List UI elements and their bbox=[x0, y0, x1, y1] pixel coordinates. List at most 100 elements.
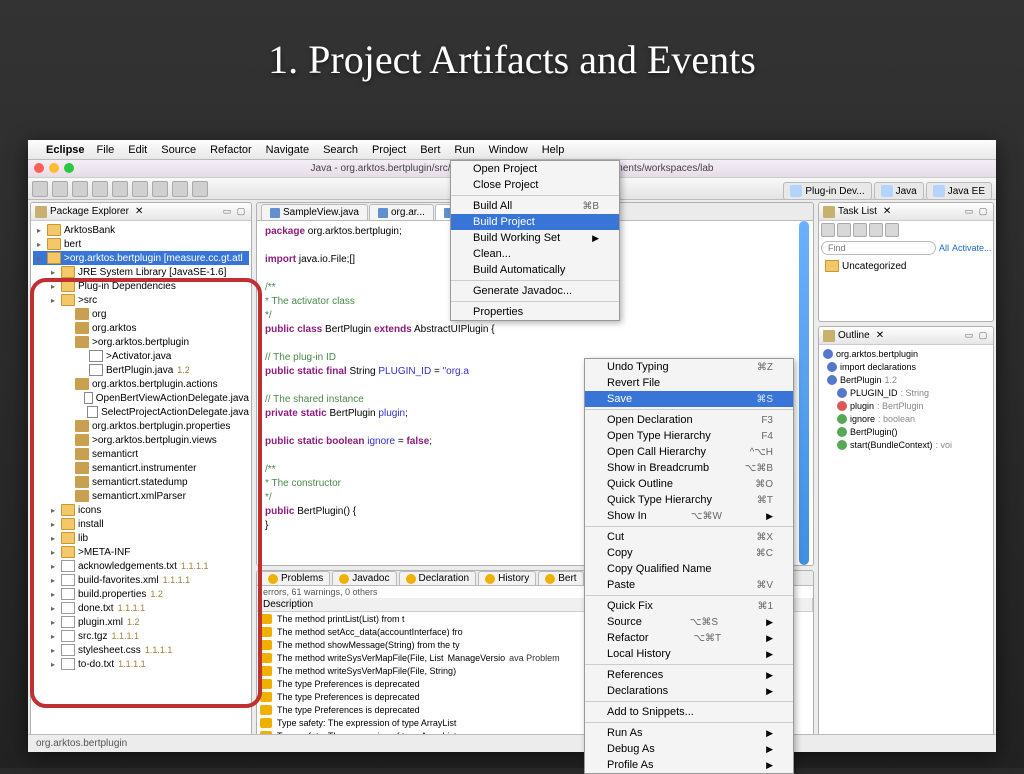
outline-item[interactable]: BertPlugin1.2 bbox=[821, 373, 991, 386]
menu-item[interactable]: Close Project bbox=[451, 177, 619, 193]
menu-item[interactable]: Open Call Hierarchy^⌥H bbox=[585, 444, 793, 460]
menu-item[interactable]: Save⌘S bbox=[585, 391, 793, 407]
package-tree[interactable]: ▸ArktosBank▸bert▸>org.arktos.bertplugin … bbox=[31, 221, 251, 749]
task-list-tab[interactable]: Task List ✕ ▭▢ bbox=[819, 203, 993, 221]
close-icon[interactable] bbox=[34, 163, 44, 173]
tree-item[interactable]: org.arktos.bertplugin.actions bbox=[33, 377, 249, 391]
tree-item[interactable]: ▸Plug-in Dependencies bbox=[33, 279, 249, 293]
problems-tab[interactable]: Problems bbox=[261, 571, 330, 585]
tree-item[interactable]: ▸to-do.txt1.1.1.1 bbox=[33, 657, 249, 671]
tree-item[interactable]: ▸lib bbox=[33, 531, 249, 545]
save-icon[interactable] bbox=[52, 181, 68, 197]
menu-item[interactable]: Undo Typing⌘Z bbox=[585, 359, 793, 375]
new-icon[interactable] bbox=[32, 181, 48, 197]
task-activate-link[interactable]: Activate... bbox=[952, 243, 992, 253]
menu-refactor[interactable]: Refactor bbox=[210, 144, 252, 156]
tree-item[interactable]: ▸build-favorites.xml1.1.1.1 bbox=[33, 573, 249, 587]
tree-item[interactable]: ▸src.tgz1.1.1.1 bbox=[33, 629, 249, 643]
tree-item[interactable]: semanticrt.instrumenter bbox=[33, 461, 249, 475]
tree-item[interactable]: ▸bert bbox=[33, 237, 249, 251]
menu-edit[interactable]: Edit bbox=[128, 144, 147, 156]
tree-item[interactable]: semanticrt bbox=[33, 447, 249, 461]
tree-item[interactable]: ▸JRE System Library [JavaSE-1.6] bbox=[33, 265, 249, 279]
menu-item[interactable]: Build Project bbox=[451, 214, 619, 230]
menu-project[interactable]: Project bbox=[372, 144, 406, 156]
tree-item[interactable]: semanticrt.xmlParser bbox=[33, 489, 249, 503]
menu-item[interactable]: Properties bbox=[451, 304, 619, 320]
zoom-icon[interactable] bbox=[64, 163, 74, 173]
tree-item[interactable]: SelectProjectActionDelegate.java bbox=[33, 405, 249, 419]
menu-item[interactable]: Copy⌘C bbox=[585, 545, 793, 561]
menu-item[interactable]: Build Automatically bbox=[451, 262, 619, 278]
new-task-icon[interactable] bbox=[821, 223, 835, 237]
menu-item[interactable]: Cut⌘X bbox=[585, 529, 793, 545]
tree-item[interactable]: ▸stylesheet.css1.1.1.1 bbox=[33, 643, 249, 657]
menu-item[interactable]: Run As▶ bbox=[585, 725, 793, 741]
tree-item[interactable]: ▸install bbox=[33, 517, 249, 531]
outline-item[interactable]: org.arktos.bertplugin bbox=[821, 347, 991, 360]
tree-item[interactable]: ▸>org.arktos.bertplugin [measure.cc.gt.a… bbox=[33, 251, 249, 265]
debug-icon[interactable] bbox=[112, 181, 128, 197]
tree-item[interactable]: ▸>META-INF bbox=[33, 545, 249, 559]
outline-item[interactable]: start(BundleContext): voi bbox=[821, 438, 991, 451]
outline-tab[interactable]: Outline ✕ ▭▢ bbox=[819, 327, 993, 345]
menu-item[interactable]: Local History▶ bbox=[585, 646, 793, 662]
menu-item[interactable]: Refactor⌥⌘T▶ bbox=[585, 630, 793, 646]
menu-source[interactable]: Source bbox=[161, 144, 196, 156]
package-explorer-tab[interactable]: Package Explorer ✕ ▭ ▢ bbox=[31, 203, 251, 221]
print-icon[interactable] bbox=[72, 181, 88, 197]
menu-search[interactable]: Search bbox=[323, 144, 358, 156]
task-all-link[interactable]: All bbox=[939, 243, 949, 253]
collapse-icon[interactable] bbox=[869, 223, 883, 237]
problems-tab[interactable]: Javadoc bbox=[332, 571, 396, 585]
outline-tree[interactable]: org.arktos.bertpluginimport declarations… bbox=[819, 345, 993, 749]
menu-item[interactable]: Quick Type Hierarchy⌘T bbox=[585, 492, 793, 508]
menu-file[interactable]: File bbox=[97, 144, 115, 156]
tree-item[interactable]: semanticrt.statedump bbox=[33, 475, 249, 489]
minimize-icon[interactable] bbox=[49, 163, 59, 173]
outline-item[interactable]: plugin: BertPlugin bbox=[821, 399, 991, 412]
problems-tab[interactable]: Bert bbox=[538, 571, 583, 585]
tree-item[interactable]: ▸acknowledgements.txt1.1.1.1 bbox=[33, 559, 249, 573]
app-name[interactable]: Eclipse bbox=[46, 144, 85, 156]
perspective-button[interactable]: Java EE bbox=[926, 182, 992, 200]
outline-item[interactable]: import declarations bbox=[821, 360, 991, 373]
menu-item[interactable]: Open DeclarationF3 bbox=[585, 412, 793, 428]
menu-item[interactable]: Build Working Set▶ bbox=[451, 230, 619, 246]
editor-tab[interactable]: SampleView.java bbox=[261, 204, 368, 220]
problems-tab[interactable]: Declaration bbox=[399, 571, 477, 585]
menu-navigate[interactable]: Navigate bbox=[266, 144, 309, 156]
menu-item[interactable]: Declarations▶ bbox=[585, 683, 793, 699]
menu-item[interactable]: References▶ bbox=[585, 667, 793, 683]
tree-item[interactable]: org.arktos bbox=[33, 321, 249, 335]
menu-item[interactable]: Paste⌘V bbox=[585, 577, 793, 593]
tree-item[interactable]: ▸ArktosBank bbox=[33, 223, 249, 237]
menu-window[interactable]: Window bbox=[489, 144, 528, 156]
menu-item[interactable]: Revert File bbox=[585, 375, 793, 391]
menu-item[interactable]: Copy Qualified Name bbox=[585, 561, 793, 577]
tree-item[interactable]: ▸done.txt1.1.1.1 bbox=[33, 601, 249, 615]
outline-item[interactable]: ignore: boolean bbox=[821, 412, 991, 425]
categorize-icon[interactable] bbox=[837, 223, 851, 237]
menu-item[interactable]: Quick Outline⌘O bbox=[585, 476, 793, 492]
run-icon[interactable] bbox=[132, 181, 148, 197]
menu-item[interactable]: Quick Fix⌘1 bbox=[585, 598, 793, 614]
new-package-icon[interactable] bbox=[172, 181, 188, 197]
menu-item[interactable]: Open Type HierarchyF4 bbox=[585, 428, 793, 444]
overview-ruler[interactable] bbox=[799, 221, 809, 565]
minimize-panel-icon[interactable]: ▭ bbox=[221, 206, 233, 218]
menu-item[interactable]: Add to Snippets... bbox=[585, 704, 793, 720]
menu-help[interactable]: Help bbox=[542, 144, 565, 156]
menu-item[interactable]: Clean... bbox=[451, 246, 619, 262]
focus-icon[interactable] bbox=[885, 223, 899, 237]
editor-tab[interactable]: org.ar... bbox=[369, 204, 434, 220]
tree-item[interactable]: OpenBertViewActionDelegate.java bbox=[33, 391, 249, 405]
maximize-panel-icon[interactable]: ▢ bbox=[235, 206, 247, 218]
tree-item[interactable]: >org.arktos.bertplugin bbox=[33, 335, 249, 349]
new-class-icon[interactable] bbox=[192, 181, 208, 197]
menu-item[interactable]: Debug As▶ bbox=[585, 741, 793, 757]
tree-item[interactable]: ▸plugin.xml1.2 bbox=[33, 615, 249, 629]
menu-item[interactable]: Source⌥⌘S▶ bbox=[585, 614, 793, 630]
menu-item[interactable]: Show in Breadcrumb⌥⌘B bbox=[585, 460, 793, 476]
tree-item[interactable]: ▸>src bbox=[33, 293, 249, 307]
